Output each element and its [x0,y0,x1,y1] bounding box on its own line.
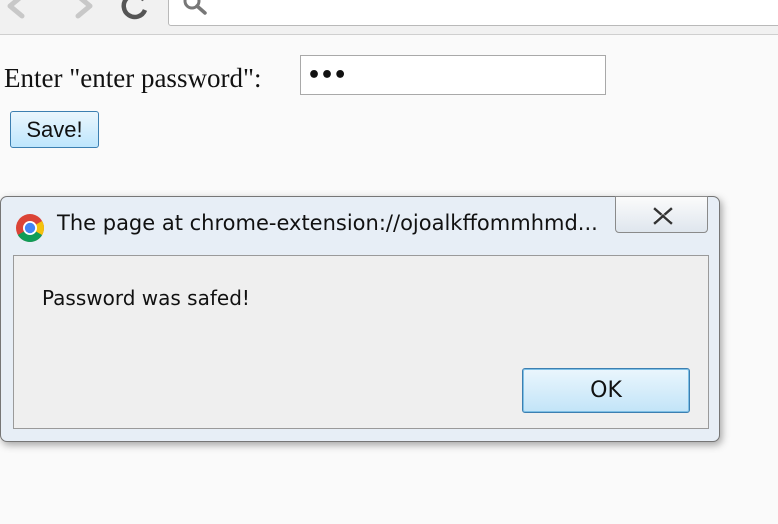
close-icon [653,207,673,225]
alert-dialog: The page at chrome-extension://ojoalkffo… [0,196,720,442]
chrome-icon [15,213,45,243]
browser-toolbar [0,0,778,35]
ok-button[interactable]: OK [522,368,690,413]
back-arrow-icon[interactable] [6,0,42,26]
password-input[interactable] [300,55,606,95]
password-label: Enter "enter password": [4,63,262,93]
close-button[interactable] [615,196,708,233]
search-icon [183,0,209,21]
dialog-title: The page at chrome-extension://ojoalkffo… [57,211,598,235]
dialog-title-bar: The page at chrome-extension://ojoalkffo… [1,196,719,253]
dialog-message: Password was safed! [42,286,250,310]
forward-arrow-icon[interactable] [58,0,94,26]
save-button[interactable]: Save! [10,111,99,148]
address-bar[interactable] [168,0,778,26]
reload-icon[interactable] [118,0,152,24]
dialog-body: Password was safed! OK [13,255,709,429]
